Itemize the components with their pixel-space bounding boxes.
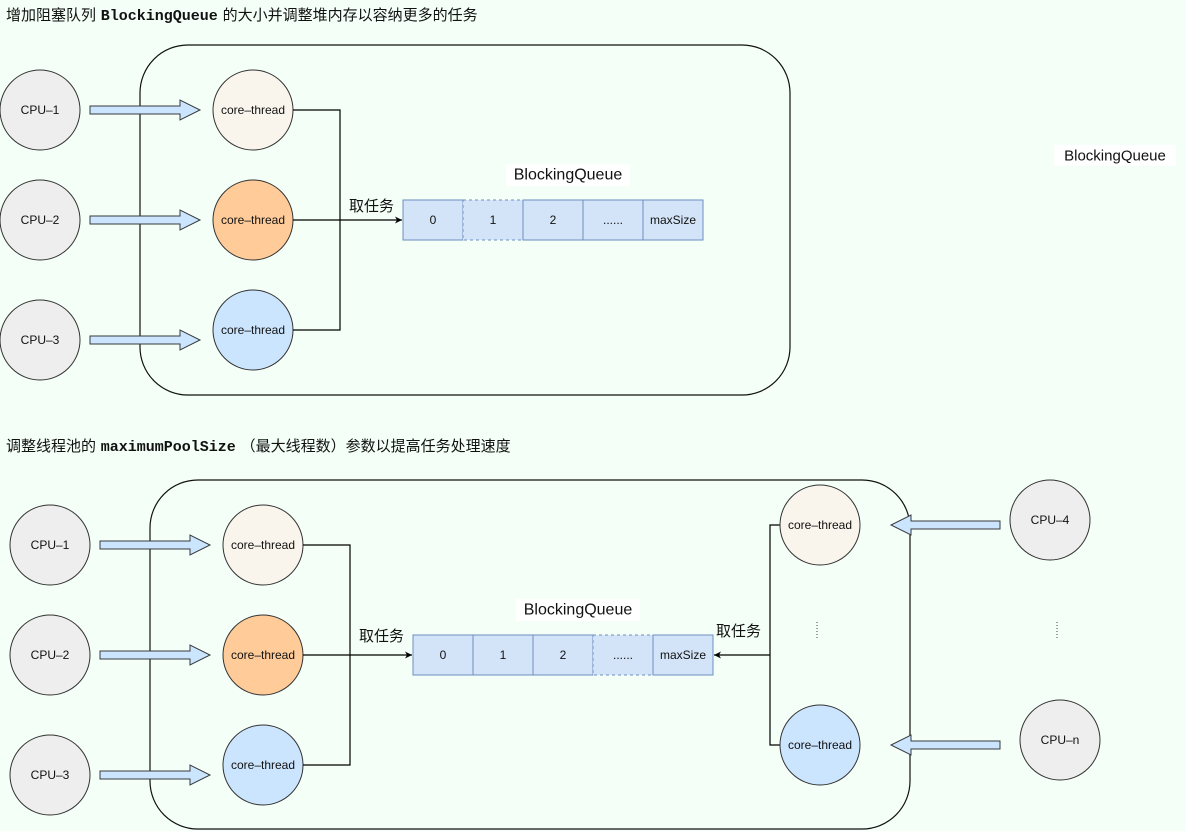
heading-text: （最大线程数）参数以提高任务处理速度	[236, 437, 511, 455]
core-thread-node[interactable]: core–thread	[222, 724, 304, 806]
core-thread-node[interactable]: core–thread	[779, 704, 861, 786]
core-thread-node[interactable]: core–thread	[779, 484, 861, 566]
heading-code: BlockingQueue	[101, 8, 218, 25]
core-thread-node[interactable]: core–thread	[212, 69, 294, 151]
cpu-label: CPU–3	[21, 333, 60, 347]
core-thread-node[interactable]: core–thread	[212, 289, 294, 371]
queue-cell-label: 0	[440, 648, 447, 662]
diagram-2-heading: 调整线程池的 maximumPoolSize （最大线程数）参数以提高任务处理速…	[6, 437, 511, 456]
cpu-node[interactable]: CPU–2	[9, 614, 91, 696]
cpu-label: CPU–2	[31, 648, 70, 662]
diagram-canvas: 增加阻塞队列 BlockingQueue 的大小并调整堆内存以容纳更多的任务 C…	[0, 6, 1176, 830]
side-queue-label: BlockingQueue	[1064, 148, 1166, 165]
queue-cell-label: 2	[550, 213, 557, 227]
cpu-node[interactable]: CPU–1	[9, 504, 91, 586]
cpu-node[interactable]: CPU–3	[0, 299, 81, 381]
heading-text: 调整线程池的	[6, 437, 101, 455]
block-arrow-right-icon	[99, 534, 212, 556]
blocking-queue: 0 1 2 ...... maxSize	[412, 634, 714, 676]
heading-text: 的大小并调整堆内存以容纳更多的任务	[218, 6, 478, 24]
core-thread-node[interactable]: core–thread	[222, 504, 304, 586]
thread-label: core–thread	[788, 738, 852, 752]
core-thread-node[interactable]: core–thread	[222, 614, 304, 696]
queue-cell-label: 2	[560, 648, 567, 662]
queue-cell-label: maxSize	[650, 213, 696, 227]
block-arrow-right-icon	[99, 644, 212, 666]
queue-cell-label: 0	[430, 213, 437, 227]
cpu-label: CPU–1	[21, 103, 60, 117]
queue-cell-label: 1	[490, 213, 497, 227]
core-thread-node[interactable]: core–thread	[212, 179, 294, 261]
thread-label: core–thread	[231, 538, 295, 552]
diagram-2: 调整线程池的 maximumPoolSize （最大线程数）参数以提高任务处理速…	[6, 437, 1101, 830]
cpu-label: CPU–1	[31, 538, 70, 552]
heading-text: 增加阻塞队列	[6, 6, 101, 24]
diagram-1: 增加阻塞队列 BlockingQueue 的大小并调整堆内存以容纳更多的任务 C…	[0, 6, 1176, 396]
thread-label: core–thread	[788, 518, 852, 532]
cpu-node[interactable]: CPU–1	[0, 69, 81, 151]
block-arrow-right-icon	[89, 329, 202, 351]
queue-title: BlockingQueue	[524, 602, 633, 619]
queue-cell-label: 1	[500, 648, 507, 662]
take-task-label: 取任务	[349, 197, 394, 215]
queue-cell-label: maxSize	[660, 648, 706, 662]
cpu-node[interactable]: CPU–3	[9, 734, 91, 816]
take-task-label: 取任务	[359, 627, 404, 645]
thread-label: core–thread	[221, 103, 285, 117]
blocking-queue: 0 1 2 ...... maxSize	[402, 199, 704, 241]
cpu-label: CPU–n	[1041, 733, 1080, 747]
take-task-label: 取任务	[716, 622, 761, 640]
block-arrow-left-icon	[889, 514, 1001, 536]
cpu-node[interactable]: CPU–2	[0, 179, 81, 261]
connector-bracket	[769, 524, 780, 746]
block-arrow-right-icon	[89, 209, 202, 231]
cpu-label: CPU–3	[31, 768, 70, 782]
thread-label: core–thread	[231, 648, 295, 662]
queue-cell-label: ......	[603, 213, 623, 227]
cpu-label: CPU–4	[1031, 513, 1070, 527]
heading-code: maximumPoolSize	[101, 439, 236, 456]
thread-label: core–thread	[221, 213, 285, 227]
cpu-node[interactable]: CPU–n	[1019, 699, 1101, 781]
thread-label: core–thread	[221, 323, 285, 337]
queue-cell-label: ......	[613, 648, 633, 662]
block-arrow-right-icon	[99, 764, 212, 786]
cpu-node[interactable]: CPU–4	[1009, 479, 1091, 561]
block-arrow-left-icon	[889, 734, 1001, 756]
queue-title: BlockingQueue	[514, 167, 623, 184]
diagram-1-heading: 增加阻塞队列 BlockingQueue 的大小并调整堆内存以容纳更多的任务	[6, 6, 478, 25]
block-arrow-right-icon	[89, 99, 202, 121]
cpu-label: CPU–2	[21, 213, 60, 227]
thread-label: core–thread	[231, 758, 295, 772]
